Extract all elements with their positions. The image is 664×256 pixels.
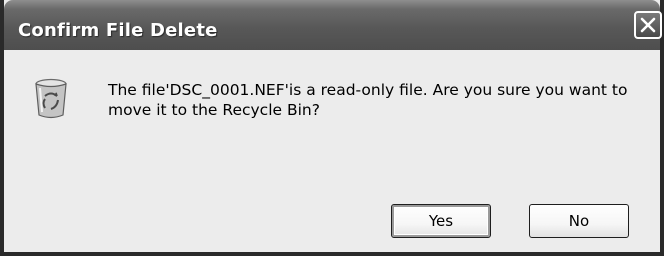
- close-icon: [640, 17, 656, 33]
- close-button[interactable]: [634, 11, 662, 39]
- yes-button[interactable]: Yes: [391, 204, 491, 238]
- recycle-bin-icon: [35, 78, 67, 119]
- confirmation-message: The file'DSC_0001.NEF'is a read-only fil…: [108, 81, 628, 119]
- dialog-title: Confirm File Delete: [18, 20, 218, 41]
- no-button[interactable]: No: [529, 204, 629, 238]
- dialog-body: The file'DSC_0001.NEF'is a read-only fil…: [4, 50, 660, 252]
- confirm-file-delete-dialog: Confirm File Delete The file'DSC_0001.NE…: [0, 0, 664, 256]
- title-bar[interactable]: Confirm File Delete: [4, 0, 662, 50]
